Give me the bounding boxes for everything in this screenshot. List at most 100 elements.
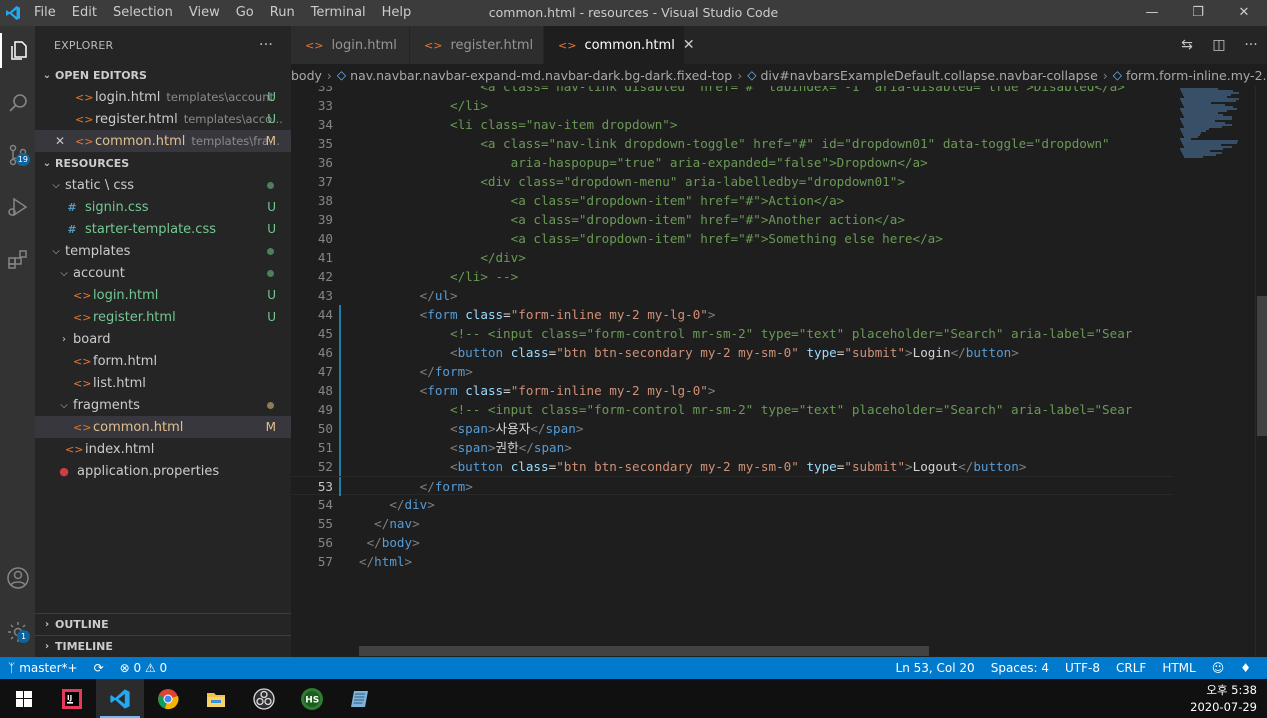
tree-file[interactable]: # signin.css U bbox=[35, 196, 291, 218]
code-text: </div> bbox=[389, 497, 435, 512]
vscode-icon[interactable] bbox=[96, 679, 144, 718]
breadcrumb-item[interactable]: body bbox=[291, 68, 322, 83]
code-line: 54 </div> bbox=[291, 495, 1174, 514]
menu-file[interactable]: File bbox=[26, 0, 64, 26]
tab-common[interactable]: <> common.html ✕ bbox=[544, 26, 695, 64]
tree-folder[interactable]: › board bbox=[35, 328, 291, 350]
feedback-icon[interactable]: ☺ bbox=[1204, 661, 1233, 675]
window-controls: — ❐ ✕ bbox=[1129, 0, 1267, 26]
code-text: <a class="nav-link disabled" href="#" ta… bbox=[359, 86, 1125, 94]
close-tab-icon[interactable]: ✕ bbox=[683, 37, 695, 53]
hs-app-icon[interactable]: HS bbox=[288, 679, 336, 718]
compare-changes-icon[interactable]: ⇆ bbox=[1171, 37, 1203, 53]
minimize-icon[interactable]: — bbox=[1129, 0, 1175, 26]
chevron-down-icon: ⌵ bbox=[60, 399, 68, 411]
run-debug-icon[interactable] bbox=[0, 189, 35, 224]
branch-label: master*+ bbox=[19, 661, 78, 675]
menu-terminal[interactable]: Terminal bbox=[303, 0, 374, 26]
more-actions-icon[interactable]: ··· bbox=[1235, 37, 1267, 53]
tree-file[interactable]: <> list.html bbox=[35, 372, 291, 394]
git-branch[interactable]: ᛉ master*+ bbox=[0, 661, 86, 675]
timeline-section[interactable]: › TIMELINE bbox=[35, 635, 291, 657]
scrollbar-thumb[interactable] bbox=[1257, 296, 1267, 436]
tree-item-label: index.html bbox=[85, 441, 155, 457]
tree-file[interactable]: # starter-template.css U bbox=[35, 218, 291, 240]
outline-section[interactable]: › OUTLINE bbox=[35, 613, 291, 635]
line-number: 34 bbox=[317, 117, 333, 132]
code-text: <li class="nav-item dropdown"> bbox=[359, 117, 678, 132]
close-editor-icon[interactable]: ✕ bbox=[55, 134, 69, 148]
tab-register[interactable]: <> register.html bbox=[410, 26, 544, 64]
tree-folder[interactable]: ⌵ fragments bbox=[35, 394, 291, 416]
line-number: 41 bbox=[317, 250, 333, 265]
tree-file[interactable]: <> form.html bbox=[35, 350, 291, 372]
breadcrumb-label: nav.navbar.navbar-expand-md.navbar-dark.… bbox=[350, 67, 733, 83]
menu-selection[interactable]: Selection bbox=[105, 0, 181, 26]
open-editor-item-active[interactable]: ✕ <> common.html templates\fra... M bbox=[35, 130, 291, 152]
menu-run[interactable]: Run bbox=[262, 0, 303, 26]
tree-file[interactable]: <> index.html bbox=[35, 438, 291, 460]
file-name: login.html bbox=[95, 89, 161, 105]
menu-edit[interactable]: Edit bbox=[64, 0, 105, 26]
tree-file[interactable]: <> common.html M bbox=[35, 416, 291, 438]
obs-icon[interactable] bbox=[240, 679, 288, 718]
menu-view[interactable]: View bbox=[181, 0, 228, 26]
html-file-icon: <> bbox=[424, 38, 443, 52]
horizontal-scrollbar[interactable] bbox=[359, 646, 929, 656]
breadcrumb-item[interactable]: ◇ nav.navbar.navbar-expand-md.navbar-dark… bbox=[337, 68, 732, 83]
notifications-bell-icon[interactable]: ♦ bbox=[1232, 661, 1259, 675]
windows-start-icon[interactable] bbox=[0, 679, 48, 718]
code-line: 33 <a class="nav-link disabled" href="#"… bbox=[291, 86, 1174, 96]
sidebar-title: EXPLORER bbox=[54, 38, 114, 52]
menu-go[interactable]: Go bbox=[228, 0, 262, 26]
cursor-position[interactable]: Ln 53, Col 20 bbox=[888, 661, 983, 675]
activity-bar: 19 1 bbox=[0, 26, 35, 657]
tree-folder[interactable]: ⌵ static \ css bbox=[35, 174, 291, 196]
explorer-icon[interactable] bbox=[0, 33, 35, 68]
file-tree: ⌵ static \ css # signin.css U # starter-templa… bbox=[35, 174, 291, 482]
tree-item-label: login.html bbox=[93, 287, 159, 303]
language-mode[interactable]: HTML bbox=[1154, 661, 1203, 675]
code-text: </body> bbox=[366, 535, 420, 550]
vertical-scrollbar[interactable] bbox=[1255, 86, 1267, 657]
sync-icon[interactable]: ⟳ bbox=[86, 661, 112, 675]
tree-folder[interactable]: ⌵ templates bbox=[35, 240, 291, 262]
open-editors-section[interactable]: ⌄ OPEN EDITORS bbox=[35, 64, 291, 86]
tree-file[interactable]: <> login.html U bbox=[35, 284, 291, 306]
file-explorer-icon[interactable] bbox=[192, 679, 240, 718]
indentation[interactable]: Spaces: 4 bbox=[983, 661, 1057, 675]
split-editor-icon[interactable]: ◫ bbox=[1203, 37, 1235, 53]
restore-icon[interactable]: ❐ bbox=[1175, 0, 1221, 26]
minimap[interactable] bbox=[1174, 86, 1255, 646]
end-of-line[interactable]: CRLF bbox=[1108, 661, 1154, 675]
svg-text:IJ: IJ bbox=[67, 694, 72, 702]
open-editor-item[interactable]: <> login.html templates\account U bbox=[35, 86, 291, 108]
close-icon[interactable]: ✕ bbox=[1221, 0, 1267, 26]
menu-help[interactable]: Help bbox=[374, 0, 420, 26]
status-bar: ᛉ master*+ ⟳ ⊗ 0 ⚠ 0 Ln 53, Col 20 Spaces… bbox=[0, 657, 1267, 679]
more-actions-icon[interactable]: ··· bbox=[259, 37, 273, 53]
notepad-icon[interactable] bbox=[336, 679, 384, 718]
intellij-icon[interactable]: IJ bbox=[48, 679, 96, 718]
git-status: U bbox=[267, 222, 276, 236]
breadcrumb-item[interactable]: ◇ div#navbarsExampleDefault.collapse.navb… bbox=[747, 68, 1098, 83]
open-editor-item[interactable]: <> register.html templates\acco... U bbox=[35, 108, 291, 130]
tree-folder[interactable]: ⌵ account bbox=[35, 262, 291, 284]
account-icon[interactable] bbox=[0, 560, 35, 595]
code-line: 49 <!-- <input class="form-control mr-sm… bbox=[291, 400, 1174, 419]
tree-file[interactable]: <> register.html U bbox=[35, 306, 291, 328]
tree-file[interactable]: ● application.properties bbox=[35, 460, 291, 482]
chrome-icon[interactable] bbox=[144, 679, 192, 718]
code-line: 42 </li> --> bbox=[291, 267, 1174, 286]
encoding[interactable]: UTF-8 bbox=[1057, 661, 1108, 675]
system-clock[interactable]: 오후 5:38 2020-07-29 bbox=[1190, 679, 1257, 718]
search-icon[interactable] bbox=[0, 85, 35, 120]
code-editor[interactable]: 33 <a class="nav-link disabled" href="#"… bbox=[291, 86, 1174, 646]
breadcrumb-item[interactable]: ◇ form.form-inline.my-2.my-lg-0 bbox=[1113, 68, 1267, 83]
problems-indicator[interactable]: ⊗ 0 ⚠ 0 bbox=[112, 661, 176, 675]
source-control-icon[interactable]: 19 bbox=[0, 137, 35, 172]
manage-gear-icon[interactable]: 1 bbox=[0, 614, 35, 649]
resources-section[interactable]: ⌄ RESOURCES bbox=[35, 152, 291, 174]
extensions-icon[interactable] bbox=[0, 241, 35, 276]
tab-login[interactable]: <> login.html bbox=[291, 26, 410, 64]
